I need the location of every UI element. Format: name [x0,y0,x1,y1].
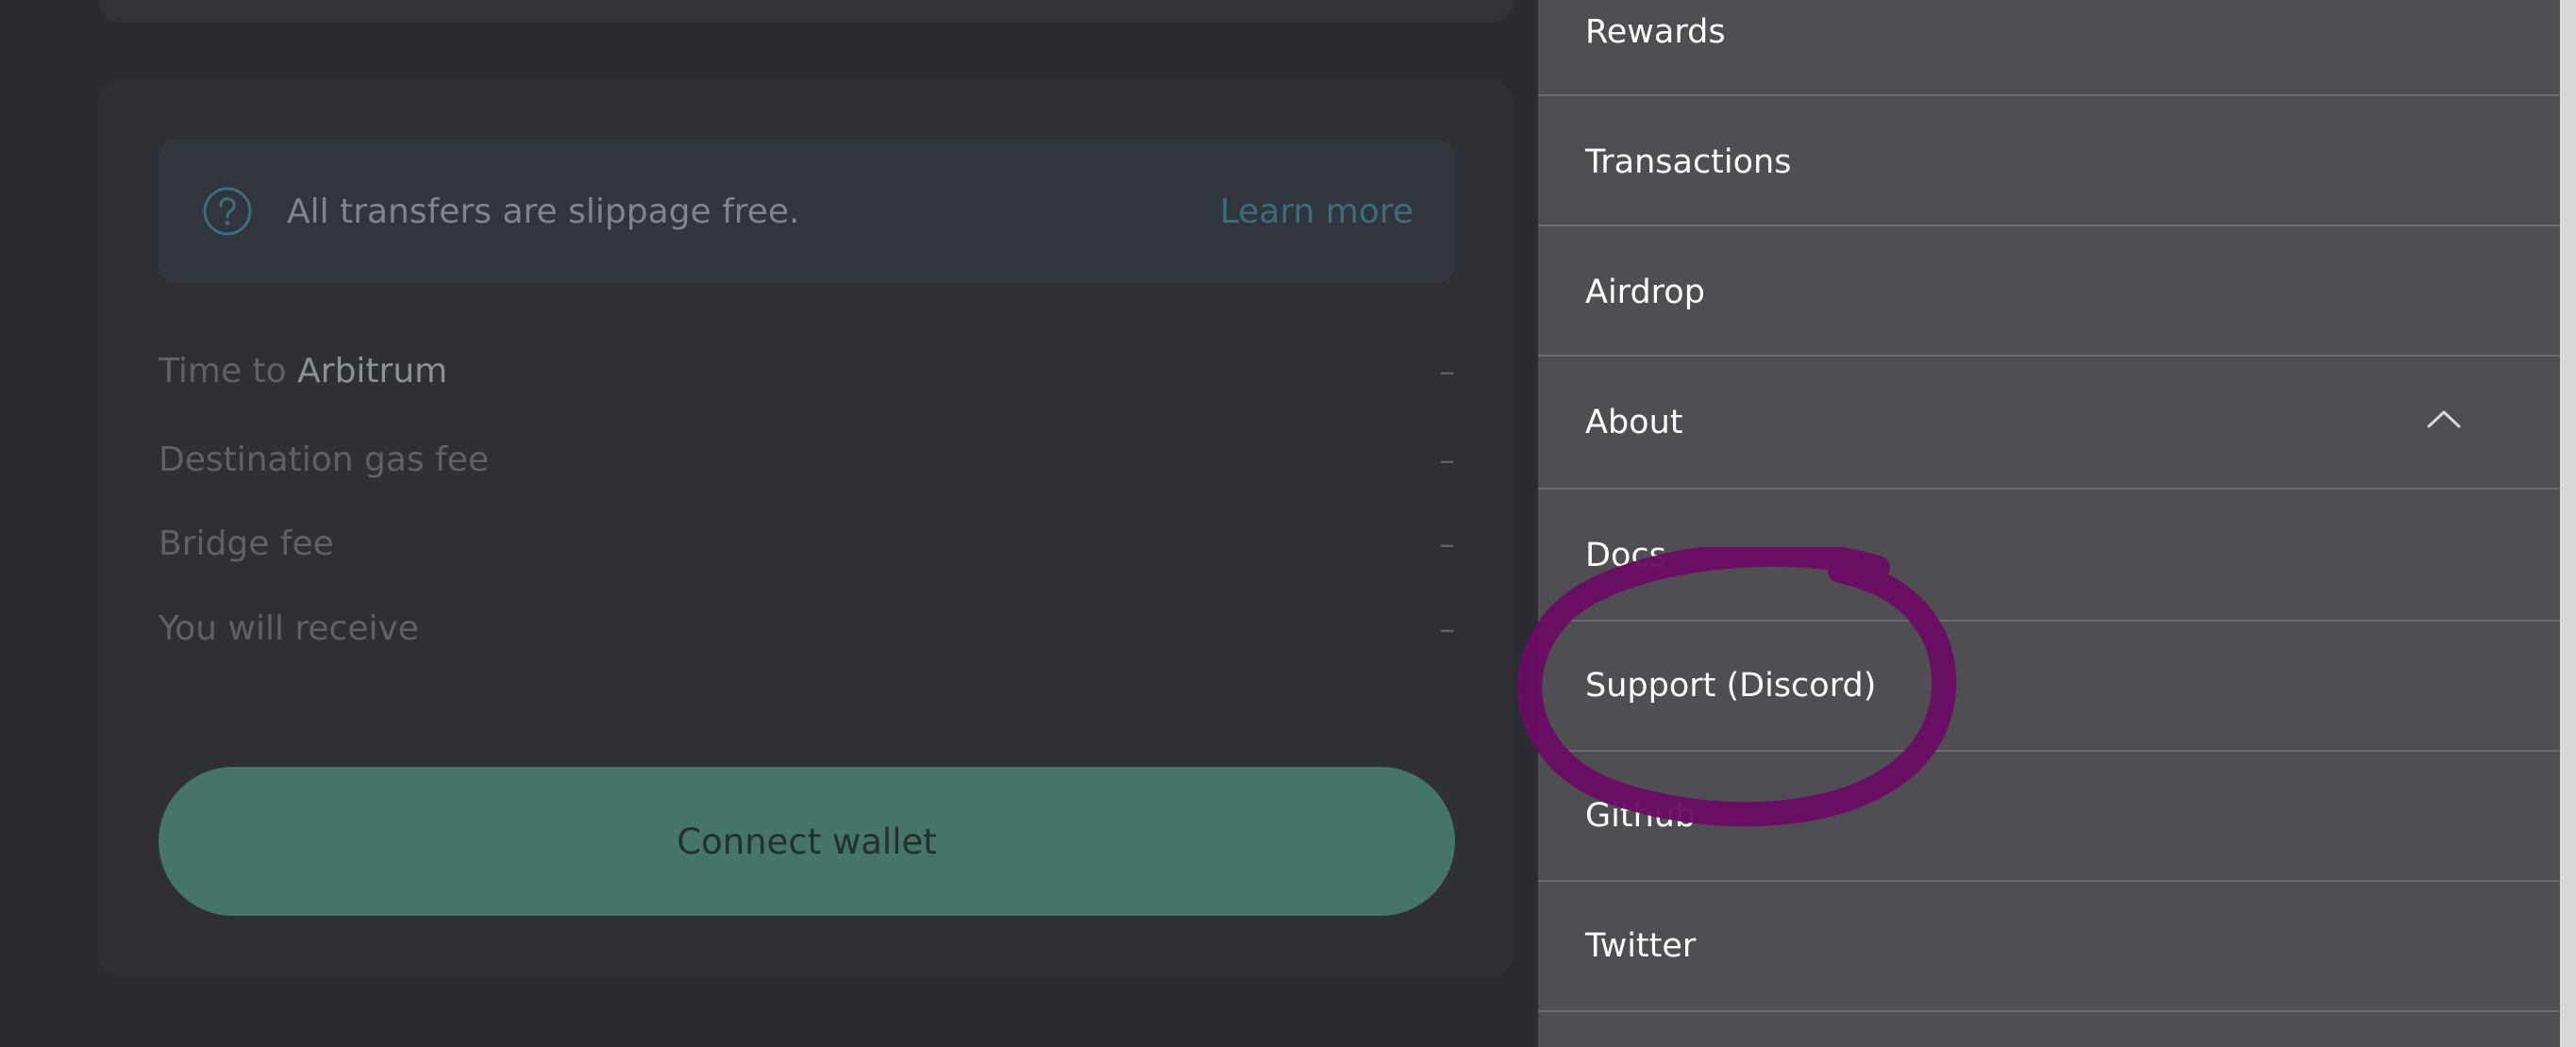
menu-item-label: Twitter [1585,927,1697,965]
page: All transfers are slippage free. Learn m… [0,0,2576,1047]
menu-item-label: Rewards [1585,13,1726,51]
menu-item-about[interactable]: About [1538,355,2560,490]
menu-item-label: Docs [1585,537,1666,574]
menu-item-label: About [1585,404,1683,441]
time-value: – [1439,353,1455,391]
scrollbar[interactable] [2560,0,2576,1047]
chevron-up-icon[interactable] [2425,406,2463,430]
bridge-panel-backdrop: All transfers are slippage free. Learn m… [0,0,1538,1047]
menu-item-transactions[interactable]: Transactions [1538,94,2560,226]
time-row: Time to Arbitrum – [159,345,1455,398]
gas-fee-row: Destination gas fee – [159,434,1455,487]
notice-text: All transfers are slippage free. [287,192,800,231]
receive-row: You will receive – [159,603,1455,656]
question-circle-icon [203,187,252,236]
side-menu: Rewards Transactions Airdrop About Docs … [1538,0,2560,1047]
destination-network: Arbitrum [297,352,448,391]
learn-more-link[interactable]: Learn more [1220,187,1413,238]
time-prefix: Time to [159,352,298,391]
menu-item-docs[interactable]: Docs [1538,488,2560,622]
menu-item-support-discord[interactable]: Support (Discord) [1538,620,2560,752]
gas-fee-value: – [1439,441,1455,479]
slippage-notice: All transfers are slippage free. Learn m… [159,140,1455,283]
menu-item-label: Airdrop [1585,274,1705,311]
menu-item-rewards[interactable]: Rewards [1538,0,2560,96]
bridge-fee-row: Bridge fee – [159,518,1455,571]
bridge-fee-label: Bridge fee [159,524,334,563]
top-card [98,0,1514,23]
menu-item-twitter[interactable]: Twitter [1538,880,2560,1012]
menu-item-label: Transactions [1585,143,1792,181]
receive-label: You will receive [159,609,419,648]
menu-item-label: Github [1585,797,1697,835]
menu-item-github[interactable]: Github [1538,750,2560,882]
receive-value: – [1439,610,1455,648]
menu-item-label: Support (Discord) [1585,667,1877,705]
connect-wallet-button[interactable]: Connect wallet [159,767,1455,916]
gas-fee-label: Destination gas fee [159,440,490,479]
time-label: Time to Arbitrum [159,345,447,398]
bridge-fee-value: – [1439,525,1455,563]
menu-item-airdrop[interactable]: Airdrop [1538,224,2560,357]
